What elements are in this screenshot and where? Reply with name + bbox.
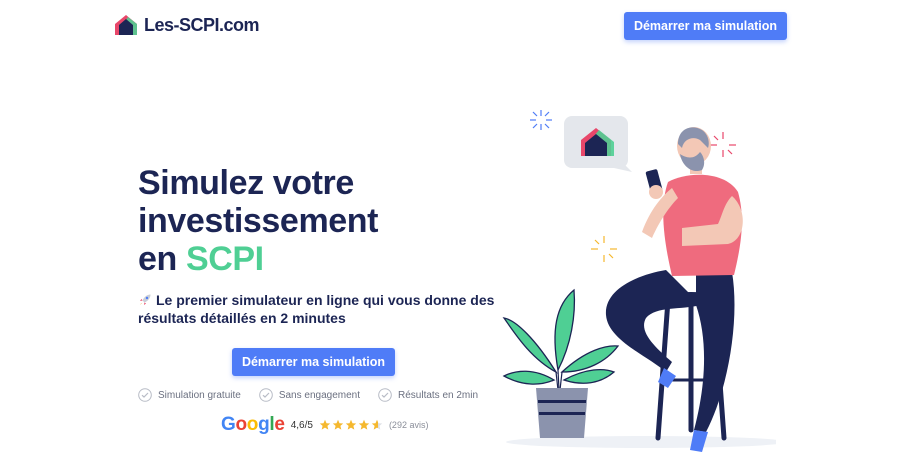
rocket-icon bbox=[140, 294, 151, 305]
review-count: (292 avis) bbox=[388, 420, 429, 430]
hero-subtitle: Le premier simulateur en ligne qui vous … bbox=[138, 292, 495, 326]
feature-item: Résultats en 2min bbox=[378, 388, 478, 402]
hero-illustration bbox=[502, 110, 776, 452]
check-circle-icon bbox=[378, 388, 392, 402]
half-star-icon bbox=[371, 419, 383, 430]
check-circle-icon bbox=[138, 388, 152, 402]
star-icon bbox=[319, 419, 331, 430]
rating-stars bbox=[319, 419, 383, 431]
hero-start-simulation-button[interactable]: Démarrer ma simulation bbox=[232, 348, 395, 376]
sparkle-icon bbox=[710, 132, 736, 157]
star-icon bbox=[345, 419, 357, 430]
star-icon bbox=[358, 419, 370, 430]
google-rating[interactable]: Google 4,6/5 (292 avis) bbox=[221, 414, 428, 436]
features-list: Simulation gratuite Sans engagement Résu… bbox=[138, 388, 478, 402]
google-logo: Google bbox=[221, 414, 285, 435]
rating-score: 4,6/5 bbox=[290, 419, 313, 431]
title-accent: SCPI bbox=[185, 240, 264, 278]
header-start-simulation-button[interactable]: Démarrer ma simulation bbox=[624, 12, 787, 40]
site-logo[interactable]: Les-SCPI.com bbox=[114, 14, 260, 36]
feature-item: Simulation gratuite bbox=[138, 388, 241, 402]
house-logo-icon bbox=[115, 15, 137, 35]
logo-text: Les-SCPI.com bbox=[144, 14, 260, 35]
sparkle-icon bbox=[591, 236, 617, 262]
check-circle-icon bbox=[259, 388, 273, 402]
sparkle-icon bbox=[530, 110, 552, 130]
hero-title: Simulez votre investissement en SCPI bbox=[138, 164, 379, 278]
feature-item: Sans engagement bbox=[259, 388, 360, 402]
star-icon bbox=[332, 419, 344, 430]
